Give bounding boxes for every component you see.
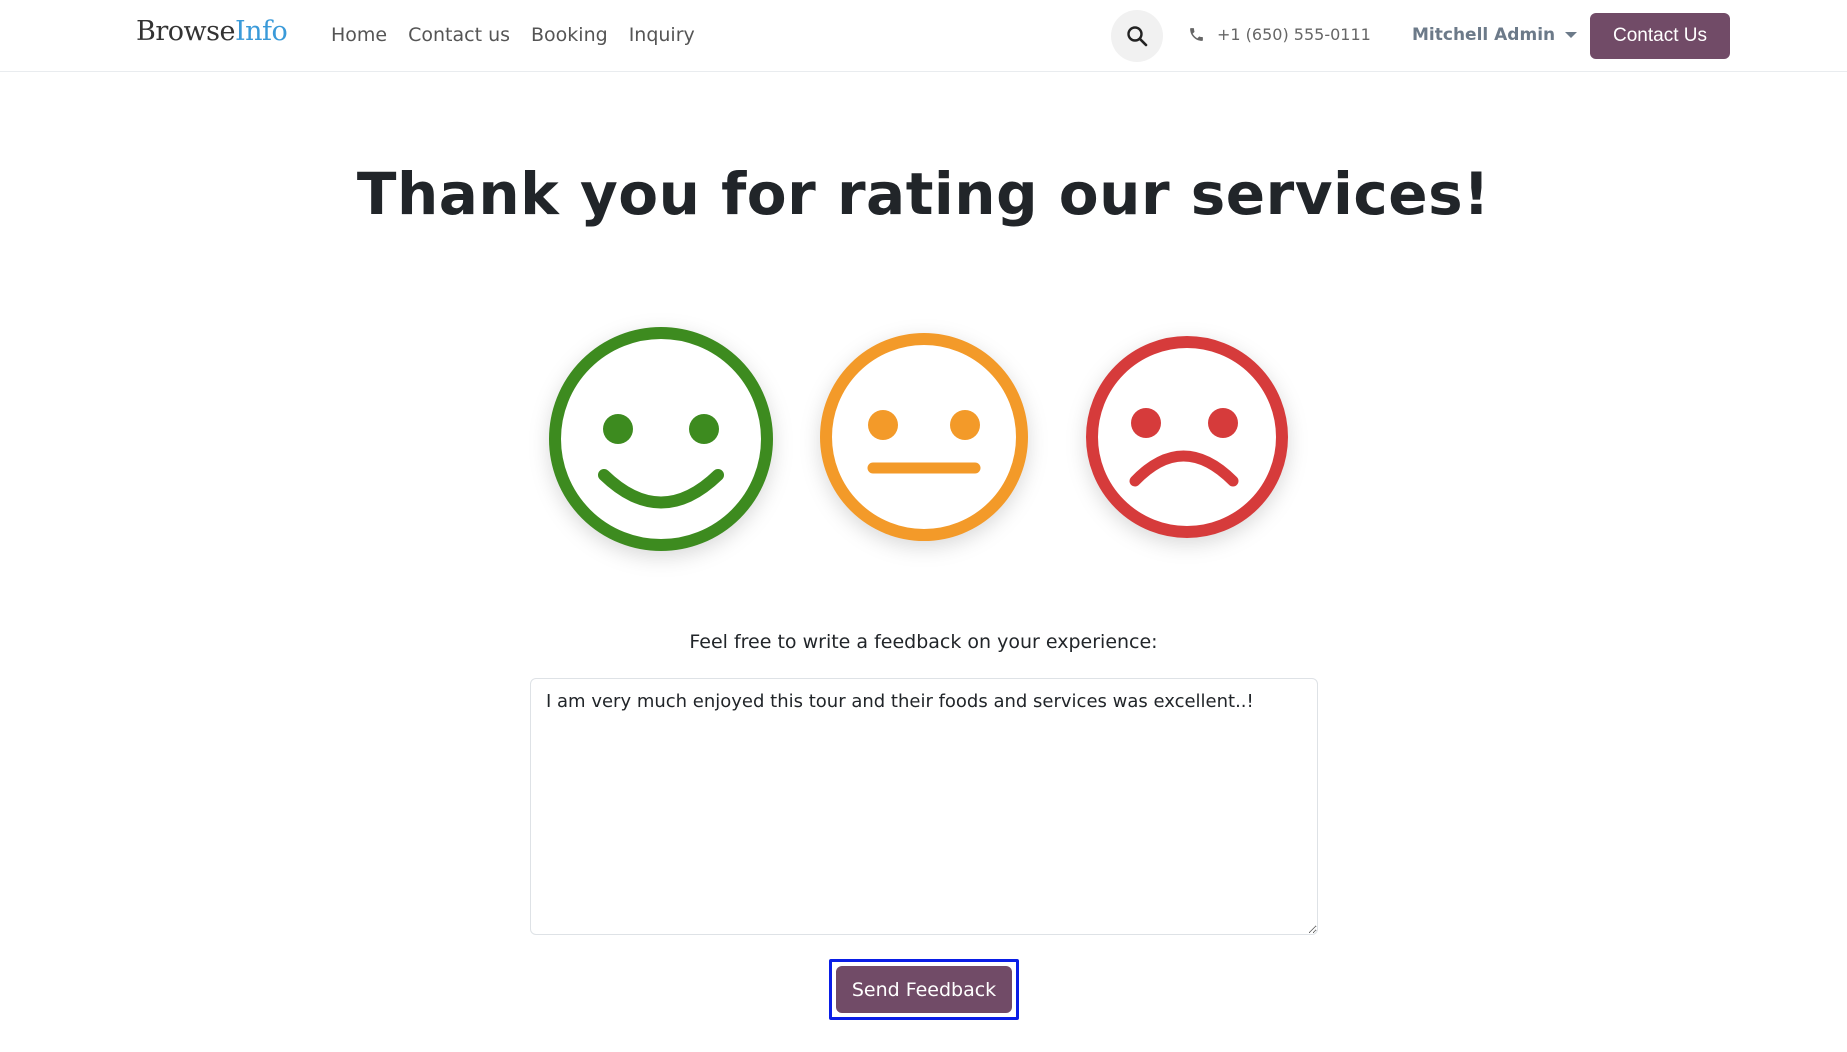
- phone-link[interactable]: +1 (650) 555-0111: [1188, 25, 1371, 44]
- nav-inquiry[interactable]: Inquiry: [629, 24, 695, 46]
- phone-number: +1 (650) 555-0111: [1217, 25, 1371, 44]
- top-navbar: BrowseInfo Home Contact us Booking Inqui…: [0, 0, 1847, 72]
- logo-text-info: Info: [234, 16, 288, 47]
- page-title: Thank you for rating our services!: [356, 160, 1491, 228]
- logo-text-browse: Browse: [136, 16, 235, 47]
- happy-face-icon[interactable]: [547, 325, 775, 553]
- search-icon: [1127, 26, 1148, 47]
- rating-faces: [0, 318, 1847, 558]
- feedback-label: Feel free to write a feedback on your ex…: [689, 631, 1158, 653]
- user-menu-dropdown[interactable]: Mitchell Admin: [1412, 25, 1578, 45]
- main-nav: Home Contact us Booking Inquiry: [331, 24, 695, 46]
- brand-logo[interactable]: BrowseInfo: [136, 16, 288, 47]
- neutral-face-icon[interactable]: [817, 330, 1031, 544]
- user-name: Mitchell Admin: [1412, 25, 1556, 45]
- nav-contact-us[interactable]: Contact us: [408, 24, 510, 46]
- sad-face-icon[interactable]: [1083, 333, 1291, 541]
- send-feedback-button[interactable]: Send Feedback: [836, 966, 1012, 1013]
- phone-icon: [1190, 28, 1203, 41]
- chevron-down-icon: [1565, 32, 1578, 38]
- nav-booking[interactable]: Booking: [531, 24, 608, 46]
- nav-home[interactable]: Home: [331, 24, 387, 46]
- contact-us-button[interactable]: Contact Us: [1590, 13, 1730, 59]
- search-button[interactable]: [1111, 10, 1163, 62]
- feedback-textarea[interactable]: [530, 678, 1318, 935]
